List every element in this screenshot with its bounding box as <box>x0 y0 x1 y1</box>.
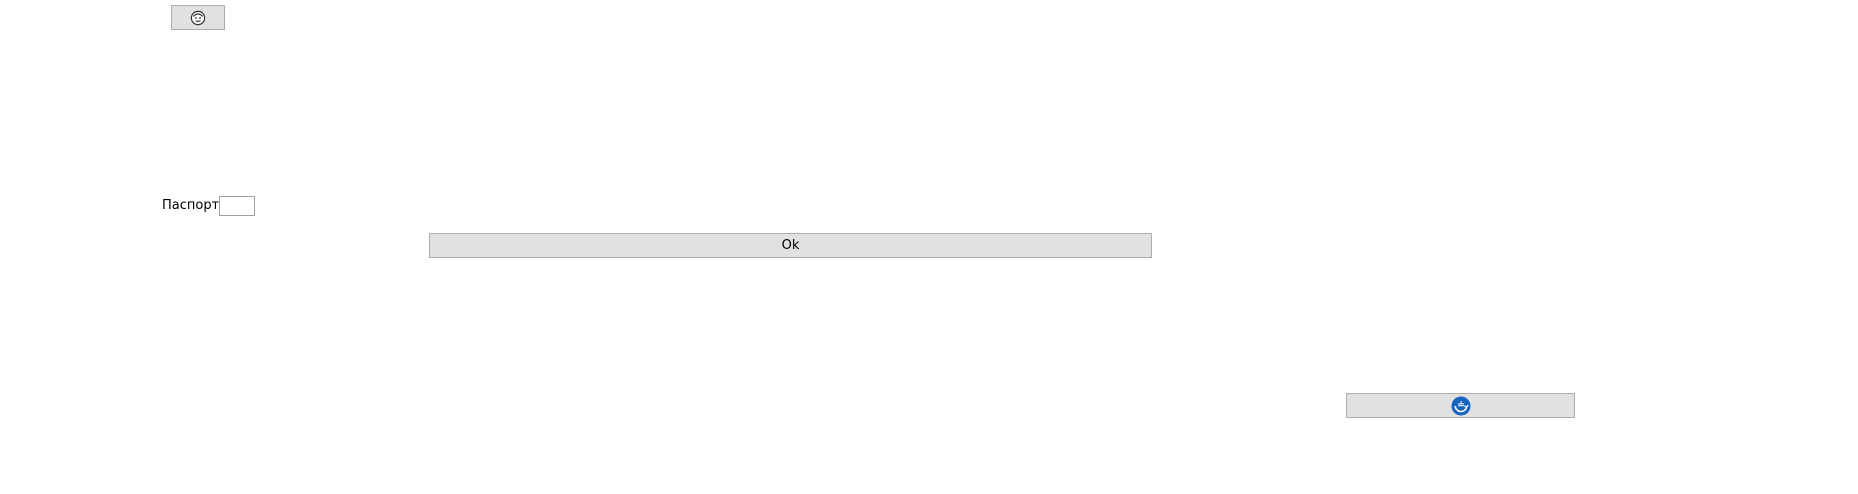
passport-row: Паспорт <box>162 196 256 216</box>
face-scan-button[interactable] <box>171 5 225 30</box>
ok-button-label: Ok <box>781 238 800 253</box>
passport-input[interactable] <box>219 196 256 216</box>
face-icon <box>190 10 206 26</box>
passport-label: Паспорт <box>162 198 220 213</box>
fingerprint-button[interactable] <box>1346 393 1575 418</box>
ok-button[interactable]: Ok <box>429 233 1152 258</box>
fingerprint-refresh-icon <box>1451 396 1471 416</box>
